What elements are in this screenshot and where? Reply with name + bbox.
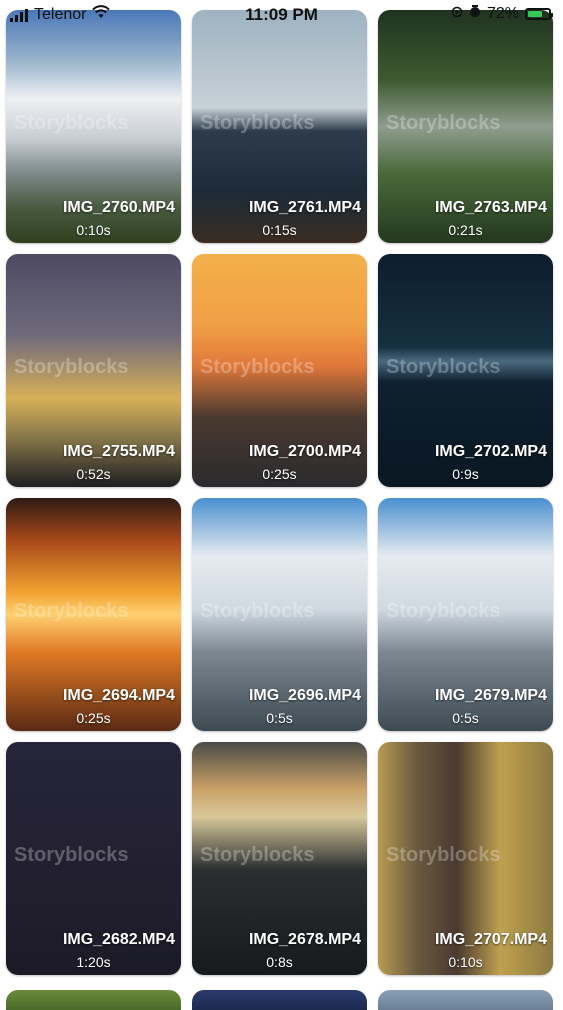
- watermark: Storyblocks: [200, 844, 315, 866]
- watermark: Storyblocks: [14, 844, 129, 866]
- video-filename: IMG_2755.MP4: [62, 443, 175, 460]
- video-filename: IMG_2700.MP4: [248, 443, 361, 460]
- partial-tile-1: [6, 990, 181, 1010]
- video-thumbnail[interactable]: Storyblocks IMG_2679.MP4 0:5s: [378, 498, 553, 731]
- video-duration: 0:5s: [452, 710, 479, 726]
- video-thumbnail[interactable]: Storyblocks IMG_2682.MP4 1:20s: [6, 742, 181, 975]
- video-duration: 0:9s: [452, 466, 479, 482]
- watermark: Storyblocks: [14, 112, 129, 134]
- alarm-icon: [469, 5, 481, 23]
- video-duration: 0:25s: [262, 466, 297, 482]
- video-filename: IMG_2707.MP4: [434, 931, 547, 948]
- watermark: Storyblocks: [386, 356, 501, 378]
- video-thumbnail[interactable]: Storyblocks IMG_2707.MP4 0:10s: [378, 742, 553, 975]
- location-icon: [451, 5, 463, 23]
- video-filename: IMG_2696.MP4: [248, 687, 361, 704]
- watermark: Storyblocks: [386, 844, 501, 866]
- video-thumbnail[interactable]: Storyblocks IMG_2696.MP4 0:5s: [192, 498, 367, 731]
- battery-percent: 72%: [486, 5, 519, 22]
- video-filename: IMG_2694.MP4: [62, 687, 175, 704]
- video-duration: 0:15s: [262, 222, 297, 238]
- video-duration: 0:21s: [448, 222, 483, 238]
- battery-fill: [528, 11, 542, 17]
- video-filename: IMG_2702.MP4: [434, 443, 547, 460]
- video-thumbnail[interactable]: Storyblocks IMG_2755.MP4 0:52s: [6, 254, 181, 487]
- video-duration: 0:52s: [76, 466, 111, 482]
- status-bar: Telenor 11:09 PM 72%: [0, 0, 563, 28]
- video-filename: IMG_2760.MP4: [62, 199, 175, 216]
- video-thumbnail[interactable]: Storyblocks IMG_2694.MP4 0:25s: [6, 498, 181, 731]
- watermark: Storyblocks: [200, 356, 315, 378]
- video-filename: IMG_2678.MP4: [248, 931, 361, 948]
- video-duration: 0:8s: [266, 954, 293, 970]
- video-thumbnail[interactable]: Storyblocks IMG_2761.MP4 0:15s: [192, 10, 367, 243]
- watermark: Storyblocks: [386, 600, 501, 622]
- video-filename: IMG_2761.MP4: [248, 199, 361, 216]
- partial-tile-3: [378, 990, 553, 1010]
- video-duration: 0:5s: [266, 710, 293, 726]
- partial-tile-2: [192, 990, 367, 1010]
- video-duration: 0:25s: [76, 710, 111, 726]
- video-thumbnail[interactable]: Storyblocks IMG_2760.MP4 0:10s: [6, 10, 181, 243]
- video-thumbnail[interactable]: Storyblocks IMG_2700.MP4 0:25s: [192, 254, 367, 487]
- watermark: Storyblocks: [14, 600, 129, 622]
- video-duration: 0:10s: [76, 222, 111, 238]
- battery-icon: [525, 8, 553, 20]
- video-thumbnail[interactable]: Storyblocks IMG_2702.MP4 0:9s: [378, 254, 553, 487]
- video-duration: 0:10s: [448, 954, 483, 970]
- video-thumbnail[interactable]: Storyblocks IMG_2678.MP4 0:8s: [192, 742, 367, 975]
- video-thumbnail[interactable]: Storyblocks IMG_2763.MP4 0:21s: [378, 10, 553, 243]
- video-filename: IMG_2679.MP4: [434, 687, 547, 704]
- watermark: Storyblocks: [386, 112, 501, 134]
- video-duration: 1:20s: [76, 954, 111, 970]
- video-filename: IMG_2763.MP4: [434, 199, 547, 216]
- watermark: Storyblocks: [14, 356, 129, 378]
- watermark: Storyblocks: [200, 112, 315, 134]
- video-filename: IMG_2682.MP4: [62, 931, 175, 948]
- video-grid: Storyblocks IMG_2760.MP4 0:10s Storyblocks I…: [6, 10, 558, 975]
- status-right: 72%: [451, 5, 553, 23]
- watermark: Storyblocks: [200, 600, 315, 622]
